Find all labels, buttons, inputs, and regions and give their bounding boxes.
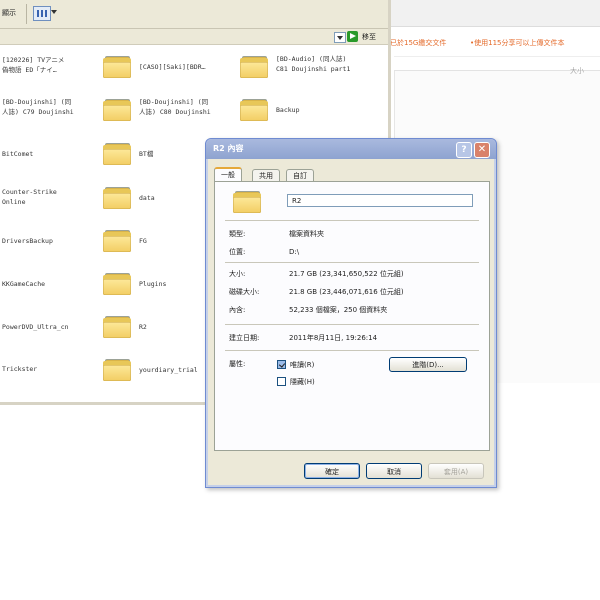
folder-icon (103, 359, 131, 381)
folder-name: Backup (276, 106, 300, 114)
go-arrow-icon[interactable] (347, 31, 358, 42)
address-bar: 移至 (0, 29, 388, 45)
folder-icon (103, 99, 131, 121)
folder-item[interactable]: FG (103, 224, 203, 258)
folder-name[interactable]: BitComet (2, 149, 94, 159)
folder-item[interactable]: data (103, 181, 203, 215)
divider (225, 220, 479, 221)
help-icon[interactable]: ? (456, 142, 472, 158)
folder-icon (103, 187, 131, 209)
folder-name: [BD-Audio] (同人誌) C81 Doujinshi part1 (276, 55, 351, 73)
background-orange-text-2: •使用115分享可以上傳文件本 (470, 39, 565, 47)
folder-name[interactable]: PowerDVD_Ultra_cn (2, 322, 94, 332)
folder-icon (233, 191, 261, 213)
address-dropdown-button[interactable] (334, 32, 346, 43)
divider (225, 324, 479, 325)
folder-item[interactable]: yourdiary_trial (103, 353, 213, 387)
folder-icon (103, 230, 131, 252)
folder-item[interactable]: R2 (103, 310, 203, 344)
folder-name[interactable]: DriversBackup (2, 236, 94, 246)
folder-name-field[interactable]: R2 (287, 194, 473, 207)
readonly-label[interactable]: 唯讀(R) (290, 360, 314, 370)
property-label: 磁碟大小: (229, 288, 260, 296)
folder-icon (103, 143, 131, 165)
ok-button[interactable]: 確定 (304, 463, 360, 479)
close-icon[interactable]: ✕ (474, 142, 490, 158)
folder-icon (240, 56, 268, 78)
divider (225, 262, 479, 263)
folder-item[interactable]: BT檔 (103, 137, 203, 171)
property-label: 類型: (229, 230, 246, 238)
folder-icon (103, 316, 131, 338)
background-top-bar (380, 0, 600, 27)
property-label: 位置: (229, 248, 246, 256)
folder-name: [CASO][Saki][BDR… (139, 63, 206, 71)
folder-icon (240, 99, 268, 121)
toolbar-separator (26, 4, 27, 24)
folder-item[interactable]: Backup (240, 93, 340, 127)
dialog-title: R2 內容 (213, 144, 244, 153)
property-value: 52,233 個檔案，250 個資料夾 (289, 306, 388, 314)
dialog-body: 一般 共用 自訂 R2 類型: 檔案資料夾 位置: D:\ 大小: 21.7 G… (208, 159, 494, 485)
views-icon[interactable] (33, 6, 51, 21)
property-value: 21.8 GB (23,446,071,616 位元組) (289, 288, 404, 296)
folder-name[interactable]: Counter-Strike Online (2, 187, 94, 207)
property-label: 建立日期: (229, 334, 260, 342)
readonly-checkbox[interactable] (277, 360, 286, 369)
property-label: 大小: (229, 270, 246, 278)
folder-name: [BD-Doujinshi] (同 人誌) C80 Doujinshi (139, 98, 211, 116)
toolbar-view-label[interactable]: 顯示 (2, 8, 16, 18)
general-panel: R2 類型: 檔案資料夾 位置: D:\ 大小: 21.7 GB (23,341… (214, 181, 490, 451)
folder-name[interactable]: KKGameCache (2, 279, 94, 289)
folder-icon (103, 273, 131, 295)
property-value: 2011年8月11日, 19:26:14 (289, 334, 378, 342)
hidden-label[interactable]: 隱藏(H) (290, 377, 315, 387)
divider (225, 350, 479, 351)
property-value: 21.7 GB (23,341,650,522 位元組) (289, 270, 404, 278)
folder-icon (103, 56, 131, 78)
advanced-button[interactable]: 進階(D)... (389, 357, 467, 372)
property-value: D:\ (289, 248, 300, 256)
cancel-button[interactable]: 取消 (366, 463, 422, 479)
hidden-checkbox[interactable] (277, 377, 286, 386)
property-value: 檔案資料夾 (289, 230, 324, 238)
apply-button[interactable]: 套用(A) (428, 463, 484, 479)
property-label: 內含: (229, 306, 246, 314)
folder-name[interactable]: Trickster (2, 364, 94, 374)
background-orange-text-1: 已於15G繳交文件 (390, 39, 447, 47)
folder-name[interactable]: [BD-Doujinshi] (同 人誌) C79 Doujinshi (2, 97, 94, 117)
background-size-header: 大小 (570, 67, 584, 75)
views-dropdown-arrow-icon[interactable] (51, 10, 57, 14)
folder-name[interactable]: [120226] TVアニメ 偽物語 ED「ナイ… (2, 55, 94, 75)
dialog-titlebar[interactable]: R2 內容 ? ✕ (206, 139, 496, 159)
explorer-toolbar: 顯示 (0, 0, 388, 29)
folder-item[interactable]: [BD-Audio] (同人誌) C81 Doujinshi part1 (240, 50, 380, 84)
folder-item[interactable]: Plugins (103, 267, 203, 301)
go-button-label[interactable]: 移至 (362, 32, 376, 42)
folder-item[interactable]: [BD-Doujinshi] (同 人誌) C80 Doujinshi (103, 93, 233, 127)
folder-item[interactable]: [CASO][Saki][BDR… (103, 50, 233, 84)
properties-dialog: R2 內容 ? ✕ 一般 共用 自訂 R2 類型: 檔案資料夾 位置: D:\ … (205, 138, 497, 488)
background-divider (394, 56, 600, 57)
